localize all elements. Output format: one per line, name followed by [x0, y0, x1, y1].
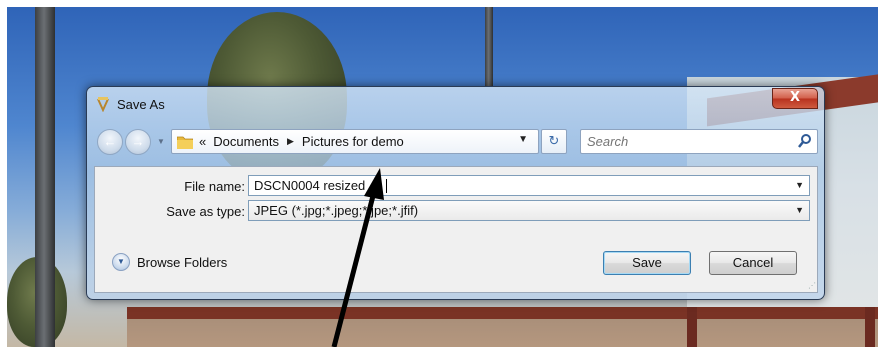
save-as-type-select[interactable]: JPEG (*.jpg;*.jpeg;*.jpe;*.jfif) ▼	[248, 200, 810, 221]
forward-arrow-icon: →	[131, 134, 145, 149]
refresh-button[interactable]: ↻	[541, 129, 567, 154]
dialog-title: Save As	[117, 96, 165, 112]
save-button[interactable]: Save	[603, 251, 691, 275]
recent-pages-dropdown-icon[interactable]: ▼	[157, 137, 165, 146]
expand-chevron-icon: ▼	[112, 253, 130, 271]
save-as-type-value: JPEG (*.jpg;*.jpeg;*.jpe;*.jfif)	[254, 203, 419, 218]
refresh-icon: ↻	[548, 133, 560, 148]
forward-button[interactable]: →	[125, 129, 151, 155]
browse-folders-toggle[interactable]: ▼ Browse Folders	[112, 253, 227, 271]
back-arrow-icon: ←	[103, 134, 117, 149]
light-pole	[35, 7, 55, 347]
file-name-value: DSCN0004 resized	[254, 178, 366, 193]
back-button[interactable]: ←	[97, 129, 123, 155]
search-box[interactable]	[580, 129, 818, 154]
save-as-type-dropdown-icon[interactable]: ▼	[795, 205, 804, 215]
breadcrumb-documents[interactable]: Documents	[213, 134, 279, 149]
overflow-chevron-icon[interactable]: «	[199, 134, 206, 149]
resize-grip-icon[interactable]: ⋰	[808, 281, 816, 290]
building-post	[865, 307, 875, 347]
file-name-label: File name:	[184, 179, 245, 194]
breadcrumb-pictures-for-demo[interactable]: Pictures for demo	[302, 134, 404, 149]
address-dropdown-icon[interactable]: ▼	[518, 134, 528, 145]
breadcrumb-arrow-icon[interactable]: ▶	[287, 136, 294, 147]
title-bar[interactable]: Save As	[95, 93, 165, 115]
save-as-dialog: Save As X ← → ▼ « Documents ▶ Pictures f…	[86, 86, 825, 300]
cancel-button[interactable]: Cancel	[709, 251, 797, 275]
light-pole	[485, 7, 493, 87]
search-icon[interactable]	[797, 133, 813, 149]
file-name-dropdown-icon[interactable]: ▼	[795, 180, 804, 190]
text-caret	[386, 179, 387, 193]
search-input[interactable]	[587, 133, 787, 149]
save-as-type-label: Save as type:	[166, 204, 245, 219]
browse-folders-label: Browse Folders	[137, 254, 228, 270]
save-as-icon	[97, 97, 109, 112]
building-roof	[127, 307, 878, 319]
folder-icon	[177, 136, 193, 149]
address-bar[interactable]: « Documents ▶ Pictures for demo ▼	[171, 129, 539, 154]
form-panel: File name: DSCN0004 resized ▼ Save as ty…	[94, 166, 818, 293]
close-button[interactable]: X	[772, 88, 818, 109]
building-post	[687, 307, 697, 347]
navigation-bar: ← → ▼ « Documents ▶ Pictures for demo ▼ …	[95, 127, 818, 155]
file-name-field[interactable]: DSCN0004 resized ▼	[248, 175, 810, 196]
